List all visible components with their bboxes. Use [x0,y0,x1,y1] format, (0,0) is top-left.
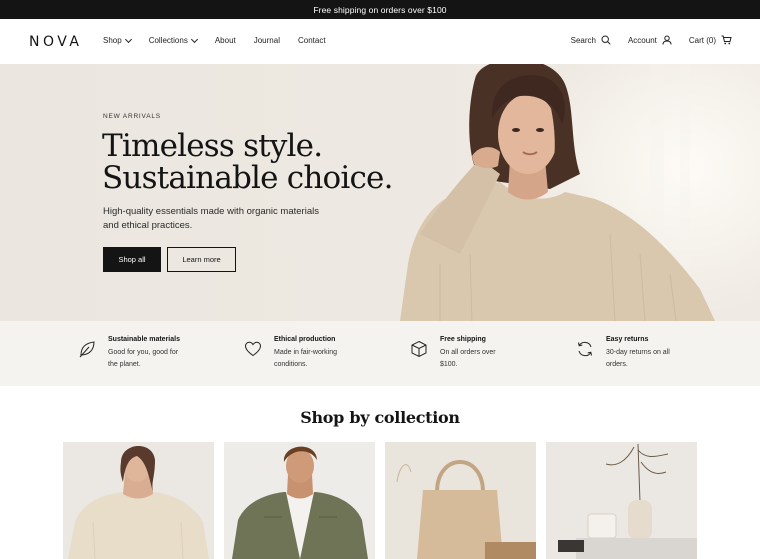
collection-image-men [224,442,375,559]
announcement-text: Free shipping on orders over $100 [313,4,447,15]
feature-desc-line1: 30-day returns on all [606,349,670,356]
user-icon [662,35,672,45]
hero-title-line2: Sustainable choice. [102,160,393,196]
collection-image-tote [385,442,536,559]
hero-eyebrow: NEW ARRIVALS [103,113,161,120]
feature-desc-line1: Good for you, good for [108,349,179,356]
cart-label: Cart (0) [688,35,716,45]
account-label: Account [627,35,657,45]
nav-item-label: Journal [253,36,280,45]
feature-description: Made in fair-working conditions. [274,347,354,370]
feature-title: Sustainable materials [108,336,180,343]
box-icon [410,340,434,370]
collection-card-women[interactable] [63,442,214,559]
hero-title-line1: Timeless style. [102,128,323,164]
cart-icon [721,35,732,45]
feature-title: Ethical production [274,336,336,343]
collection-card-men[interactable] [224,442,375,559]
feature-desc-line2: $100. [440,360,458,368]
feature-desc-line1: On all orders over [440,349,496,356]
feature-desc-line2: conditions. [274,360,308,368]
search-icon [601,35,611,45]
collection-card-accessories[interactable] [385,442,536,559]
chevron-down-icon [190,35,198,43]
feature-sustainable: Sustainable materials Good for you, good… [78,336,188,370]
collection-image-women [63,442,214,559]
feature-desc-line2: the planet. [108,360,141,368]
feature-ethical: Ethical production Made in fair-working … [244,336,354,370]
feature-description: On all orders over $100. [440,347,520,370]
announcement-bar: Free shipping on orders over $100 [0,0,760,19]
nav-item-journal[interactable]: Journal [254,36,280,45]
feature-desc-line2: orders. [606,360,628,368]
hero-subtitle: High-quality essentials made with organi… [103,205,333,233]
search-label: Search [570,35,596,45]
nav-item-label: Shop [103,36,122,45]
nav-item-shop[interactable]: Shop [103,35,132,45]
account-button[interactable]: Account [628,35,672,45]
nav-item-contact[interactable]: Contact [298,36,326,45]
hero-subtitle-line2: and ethical practices. [103,220,193,231]
nav-item-label: Contact [297,36,326,45]
nav-item-label: Collections [148,36,188,45]
hero-subtitle-line1: High-quality essentials made with organi… [103,206,319,217]
hero-banner: NEW ARRIVALS Timeless style. Sustainable… [0,64,760,321]
section-title: Shop by collection [300,408,460,427]
feature-description: 30-day returns on all orders. [606,347,686,370]
feature-returns: Easy returns 30-day returns on all order… [576,336,686,370]
heart-icon [244,340,268,370]
feature-title: Easy returns [606,336,649,343]
feature-desc-line1: Made in fair-working [274,349,338,356]
feature-title: Free shipping [440,336,486,343]
features-strip: Sustainable materials Good for you, good… [0,321,760,386]
nav-item-collections[interactable]: Collections [148,35,198,45]
returns-icon [576,340,600,370]
shop-all-button[interactable]: Shop all [103,247,161,272]
search-button[interactable]: Search [571,35,611,45]
logo[interactable]: NOVA [29,34,83,50]
main-nav: Shop Collections About Journal Contact [103,35,326,45]
cart-button[interactable]: Cart (0) [689,35,732,45]
learn-more-button[interactable]: Learn more [167,247,236,272]
site-header: NOVA Shop Collections About Journal Cont… [0,19,760,64]
header-actions: Search Account Cart (0) [571,35,732,45]
leaf-icon [78,340,102,370]
collection-image-home [546,442,697,559]
feature-description: Good for you, good for the planet. [108,347,188,370]
collection-card-home[interactable] [546,442,697,559]
hero-title: Timeless style. Sustainable choice. [102,130,432,194]
chevron-down-icon [124,35,132,43]
feature-shipping: Free shipping On all orders over $100. [410,336,520,370]
nav-item-about[interactable]: About [215,36,236,45]
nav-item-label: About [214,36,236,45]
